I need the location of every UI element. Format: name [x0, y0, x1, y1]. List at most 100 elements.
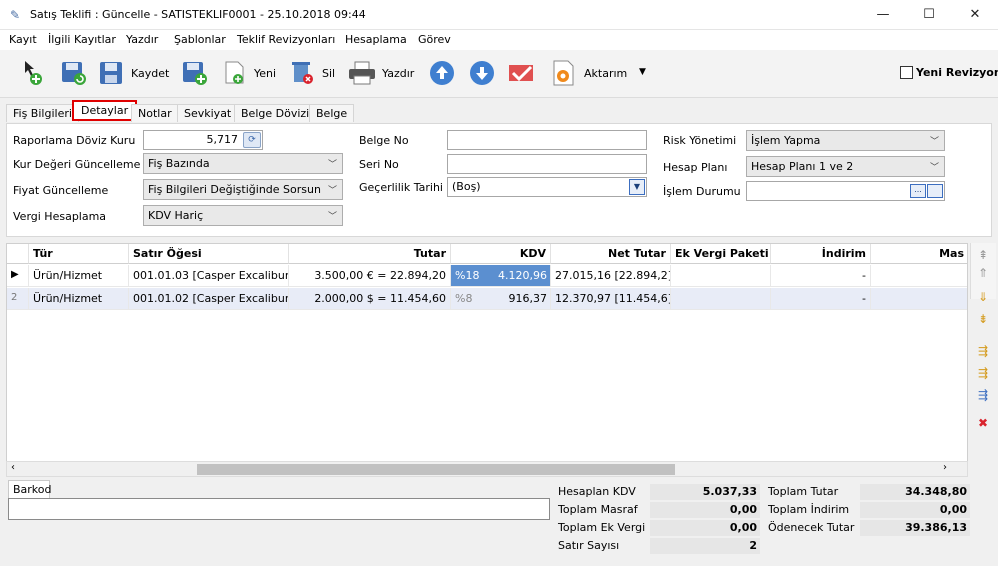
table-cell-type[interactable]: Ürün/Hizmet — [29, 288, 129, 310]
window-title: Satış Teklifi : Güncelle - SATISTEKLIF00… — [30, 8, 366, 21]
menu-gorev[interactable]: Görev — [418, 33, 451, 46]
menu-ilgili-kayitlar[interactable]: İlgili Kayıtlar — [48, 33, 116, 46]
table-cell-extra-tax[interactable] — [671, 265, 771, 287]
add-row-icon[interactable]: ⇶ — [974, 343, 992, 359]
ellipsis-button[interactable]: ... — [910, 184, 926, 198]
column-header-vat[interactable]: KDV — [451, 244, 551, 264]
table-cell-net[interactable]: 12.370,97 [11.454,6] — [551, 288, 671, 310]
rate-update-select[interactable]: Fiş Bazında ﹀ — [143, 153, 343, 174]
column-header-discount[interactable]: İndirim — [771, 244, 871, 264]
scroll-left-icon[interactable]: ‹ — [11, 462, 15, 473]
report-currency-label: Raporlama Döviz Kuru — [13, 134, 136, 147]
move-top-icon[interactable]: ⇞ — [974, 247, 992, 263]
details-grid: Tür Satır Öğesi Tutar KDV Net Tutar Ek V… — [6, 243, 968, 463]
maximize-button[interactable]: ☐ — [906, 0, 952, 30]
menu-kayit[interactable]: Kayıt — [9, 33, 37, 46]
horizontal-scrollbar[interactable]: ‹ › — [6, 461, 968, 477]
chevron-down-icon: ﹀ — [327, 212, 337, 222]
table-cell-vat[interactable]: 4.120,96 — [451, 265, 551, 287]
table-cell-item[interactable]: 001.01.02 [Casper Excalibur ... — [129, 288, 289, 310]
price-update-select[interactable]: Fiş Bilgileri Değiştiğinde Sorsun ﹀ — [143, 179, 343, 200]
move-bottom-icon[interactable]: ⇟ — [974, 311, 992, 327]
delete-button[interactable]: Sil — [322, 67, 335, 80]
insert-row-icon[interactable]: ⇶ — [974, 365, 992, 381]
total-discount-label: Toplam İndirim — [768, 503, 850, 516]
menu-hesaplama[interactable]: Hesaplama — [345, 33, 407, 46]
scroll-thumb[interactable] — [197, 464, 675, 475]
validity-date-picker[interactable]: (Boş) ▼ — [447, 177, 647, 197]
arrow-up-icon[interactable] — [428, 59, 456, 87]
table-cell-type[interactable]: Ürün/Hizmet — [29, 265, 129, 287]
tab-detaylar[interactable]: Detaylar — [72, 100, 138, 121]
barcode-tab[interactable]: Barkod — [8, 480, 52, 498]
table-cell-extra-tax[interactable] — [671, 288, 771, 310]
save-refresh-icon[interactable] — [60, 59, 88, 87]
doc-no-input[interactable] — [447, 130, 647, 150]
tab-belge[interactable]: Belge — [309, 104, 355, 122]
currency-calc-icon[interactable]: ⟳ — [243, 132, 261, 148]
column-header-expense[interactable]: Mas — [871, 244, 967, 264]
form-icon[interactable] — [927, 184, 943, 198]
new-button[interactable]: Yeni — [254, 67, 276, 80]
export-button[interactable]: Aktarım — [584, 67, 627, 80]
menu-yazdir[interactable]: Yazdır — [126, 33, 158, 46]
menu-teklif-revizyonlari[interactable]: Teklif Revizyonları — [237, 33, 335, 46]
delete-row-icon[interactable]: ✖ — [974, 415, 992, 431]
export-icon[interactable] — [550, 59, 578, 87]
move-up-icon[interactable]: ⇑ — [974, 265, 992, 281]
export-dropdown-icon[interactable]: ▼ — [639, 67, 646, 77]
move-down-icon[interactable]: ⇓ — [974, 289, 992, 305]
scroll-right-icon[interactable]: › — [943, 462, 947, 473]
table-cell-amount[interactable]: 2.000,00 $ = 11.454,60 — [289, 288, 451, 310]
delete-icon[interactable] — [289, 59, 317, 87]
approve-icon[interactable] — [507, 59, 535, 87]
save-icon[interactable] — [98, 59, 126, 87]
column-header-net[interactable]: Net Tutar — [551, 244, 671, 264]
chevron-down-icon: ﹀ — [929, 163, 939, 173]
serial-no-input[interactable] — [447, 154, 647, 174]
tab-sevkiyat[interactable]: Sevkiyat — [177, 104, 239, 122]
column-header-extra-tax[interactable]: Ek Vergi Paketi — [671, 244, 771, 264]
tax-calc-select[interactable]: KDV Hariç ﹀ — [143, 205, 343, 226]
account-plan-select[interactable]: Hesap Planı 1 ve 2 ﹀ — [746, 156, 945, 177]
print-button[interactable]: Yazdır — [382, 67, 414, 80]
barcode-input[interactable] — [8, 498, 550, 520]
doc-no-label: Belge No — [359, 134, 409, 147]
table-cell-discount[interactable]: - — [771, 288, 871, 310]
new-record-icon[interactable] — [22, 59, 50, 87]
column-header-amount[interactable]: Tutar — [289, 244, 451, 264]
save-new-icon[interactable] — [181, 59, 209, 87]
column-header-item[interactable]: Satır Öğesi — [129, 244, 289, 264]
table-cell-expense[interactable] — [871, 265, 967, 287]
tab-fis-bilgileri[interactable]: Fiş Bilgileri — [6, 104, 79, 122]
minimize-button[interactable]: — — [860, 0, 906, 30]
bottom-panel: Barkod Hesaplan KDV 5.037,33 Toplam Masr… — [0, 478, 998, 566]
row-count-value: 2 — [650, 538, 760, 554]
total-expense-value: 0,00 — [650, 502, 760, 518]
table-cell-net[interactable]: 27.015,16 [22.894,2] — [551, 265, 671, 287]
printer-icon[interactable] — [347, 59, 375, 87]
chevron-down-icon: ﹀ — [327, 186, 337, 196]
process-status-label: İşlem Durumu — [663, 185, 741, 198]
chevron-down-icon: ﹀ — [929, 137, 939, 147]
copy-row-icon[interactable]: ⇶ — [974, 387, 992, 403]
total-expense-label: Toplam Masraf — [558, 503, 638, 516]
close-button[interactable]: ✕ — [952, 0, 998, 30]
date-dropdown-icon[interactable]: ▼ — [629, 179, 645, 195]
tab-belge-dovizi[interactable]: Belge Dövizi — [234, 104, 317, 122]
risk-select[interactable]: İşlem Yapma ﹀ — [746, 130, 945, 151]
new-document-icon[interactable] — [222, 59, 250, 87]
table-cell-amount[interactable]: 3.500,00 € = 22.894,20 — [289, 265, 451, 287]
table-cell-discount[interactable]: - — [771, 265, 871, 287]
table-cell-expense[interactable] — [871, 288, 967, 310]
new-revision-checkbox[interactable] — [900, 66, 913, 79]
save-button[interactable]: Kaydet — [131, 67, 169, 80]
menu-sablonlar[interactable]: Şablonlar — [174, 33, 226, 46]
table-cell-item[interactable]: 001.01.03 [Casper Excalibur ... — [129, 265, 289, 287]
column-header-type[interactable]: Tür — [29, 244, 129, 264]
table-cell-vat[interactable]: 916,37 — [451, 288, 551, 310]
arrow-down-icon[interactable] — [468, 59, 496, 87]
tab-notlar[interactable]: Notlar — [131, 104, 179, 122]
chevron-down-icon: ﹀ — [327, 160, 337, 170]
total-amount-value: 34.348,80 — [860, 484, 970, 500]
